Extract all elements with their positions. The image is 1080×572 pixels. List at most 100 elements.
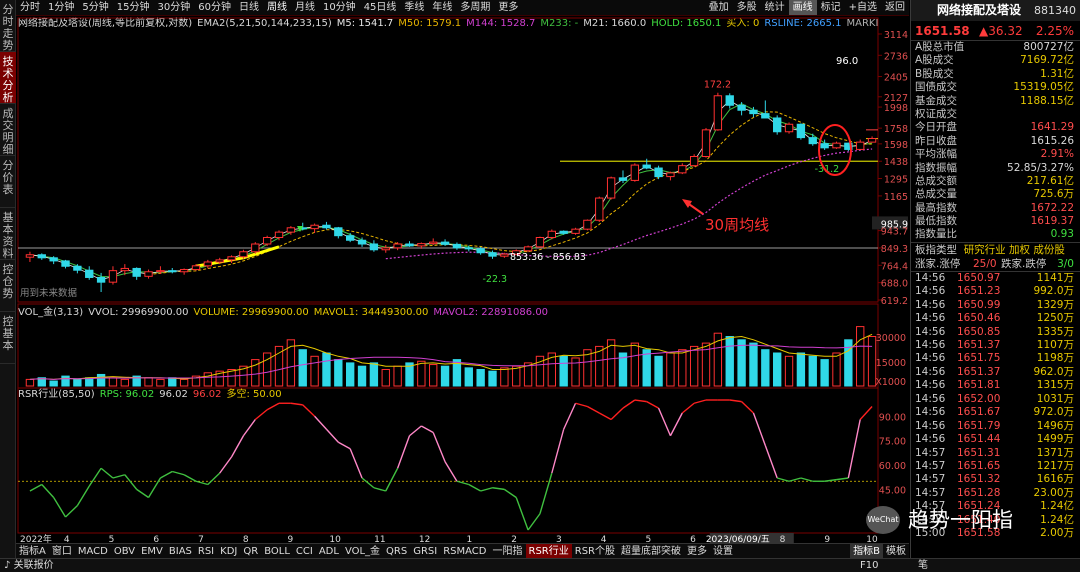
volume-bar: [49, 380, 58, 387]
ma30w-line: [385, 148, 873, 260]
volume-bar: [156, 378, 165, 387]
quote-row-label: 基金成交: [915, 94, 957, 107]
tick-list[interactable]: 14:56 1650.97 1141万 14:56 1651.23 992.0万 14:56…: [911, 272, 1080, 541]
volume-bar: [108, 377, 118, 387]
kline-chart[interactable]: 3114273624052127199817581598143812951165…: [0, 0, 910, 543]
volume-bar: [179, 378, 189, 387]
indicator-tab-19[interactable]: 超量底部突破: [618, 544, 684, 558]
future-data-label: 用到未来数据: [20, 287, 78, 299]
volume-bar: [274, 345, 284, 387]
quote-row: 昨日收盘 1615.26: [911, 135, 1080, 148]
rsr-line: [610, 407, 624, 421]
tick-row[interactable]: 14:56 1651.75 1198万: [911, 352, 1080, 365]
indicator-tab-9[interactable]: BOLL: [261, 544, 293, 558]
tick-price: 1651.81: [957, 379, 1001, 392]
f10-button[interactable]: F10: [860, 559, 878, 572]
ma-green-line: [29, 103, 873, 278]
indicator-tabs: 指标A 窗口 MACD OBV EMV BIAS RSI KDJ QR BOLL CCI ADL VOL…: [16, 543, 909, 558]
tick-row[interactable]: 14:56 1652.00 1031万: [911, 393, 1080, 406]
tick-row[interactable]: 14:56 1650.46 1250万: [911, 312, 1080, 325]
indicator-tab-17[interactable]: RSR行业: [525, 544, 572, 558]
rsr-line: [646, 401, 659, 409]
indicator-tab-4[interactable]: EMV: [138, 544, 166, 558]
tick-row[interactable]: 14:56 1651.37 1107万: [911, 339, 1080, 352]
rsr-line: [409, 425, 422, 437]
tick-volume: 23.00万: [1033, 486, 1074, 499]
quote-row-value: 1672.22: [1030, 201, 1074, 214]
tick-row[interactable]: 14:56 1650.85 1335万: [911, 326, 1080, 339]
plate-type-label: 板指类型: [915, 243, 957, 256]
candle-body: [737, 104, 746, 111]
tick-volume: 972.0万: [1033, 406, 1074, 419]
indicator-tab-16[interactable]: 一阳指: [490, 544, 526, 558]
tick-row[interactable]: 14:57 1651.65 1217万: [911, 460, 1080, 473]
indicator-tab-15[interactable]: RSMACD: [440, 544, 489, 558]
candle-body: [120, 267, 129, 272]
indicator-tab-11[interactable]: ADL: [316, 544, 342, 558]
tick-row[interactable]: 14:56 1651.37 962.0万: [911, 366, 1080, 379]
volume-bar: [749, 342, 758, 387]
tick-price: 1651.79: [957, 419, 1001, 432]
indicator-tab-10[interactable]: CCI: [293, 544, 316, 558]
quote-row-value: 1615.26: [1030, 134, 1074, 147]
quote-row: 总成交额 217.61亿: [911, 175, 1080, 188]
price-axis-label: 2736: [884, 51, 908, 62]
indicator-right-1[interactable]: 模板: [883, 544, 909, 558]
tick-row[interactable]: 14:57 1651.32 1616万: [911, 473, 1080, 486]
rsr-line: [444, 461, 458, 482]
indicator-tab-20[interactable]: 更多: [684, 544, 710, 558]
tick-row[interactable]: 14:56 1651.23 992.0万: [911, 285, 1080, 298]
indicator-tab-6[interactable]: RSI: [195, 544, 217, 558]
tick-time: 14:56: [915, 298, 946, 311]
volume-bar: [298, 349, 307, 387]
rsr-line: [657, 407, 672, 437]
rsr-line: [693, 399, 707, 404]
indicator-tab-13[interactable]: QRS: [383, 544, 410, 558]
candle-body: [618, 177, 628, 181]
status-left-label: 关联报价: [13, 560, 54, 571]
rsr-line: [598, 412, 612, 421]
indicator-tab-12[interactable]: VOL_金: [342, 544, 383, 558]
index-code: 881340: [1034, 4, 1076, 17]
candle-body: [37, 254, 46, 259]
status-left[interactable]: ♪ 关联报价: [4, 559, 54, 572]
indicator-tab-21[interactable]: 设置: [710, 544, 736, 558]
tick-row[interactable]: 14:57 1651.28 23.00万: [911, 487, 1080, 500]
indicator-tab-3[interactable]: OBV: [111, 544, 138, 558]
tick-row[interactable]: 14:56 1650.97 1141万: [911, 272, 1080, 285]
price-axis-label: 2405: [884, 73, 908, 84]
volume-bar: [357, 365, 367, 387]
candle-body: [144, 271, 153, 277]
tick-volume: 1250万: [1036, 312, 1074, 325]
indicator-tab-18[interactable]: RSR个股: [572, 544, 618, 558]
rsr-line: [65, 505, 78, 518]
tick-row[interactable]: 14:56 1651.81 1315万: [911, 379, 1080, 392]
tick-row[interactable]: 14:57 1651.31 1371万: [911, 447, 1080, 460]
volume-bar: [25, 378, 35, 387]
indicator-tab-1[interactable]: 窗口: [49, 544, 75, 558]
indicator-tab-0[interactable]: 指标A: [16, 544, 49, 558]
rsr-line: [183, 474, 197, 482]
indicator-tab-8[interactable]: QR: [240, 544, 261, 558]
candle-body: [274, 231, 284, 239]
tick-row[interactable]: 14:56 1651.44 1499万: [911, 433, 1080, 446]
quote-row-label: A股成交: [915, 54, 954, 67]
tick-volume: 992.0万: [1033, 285, 1074, 298]
tick-row[interactable]: 14:56 1651.79 1496万: [911, 420, 1080, 433]
price-axis-label: 3114: [884, 30, 908, 41]
tick-row[interactable]: 14:56 1651.67 972.0万: [911, 406, 1080, 419]
volume-bar: [796, 352, 806, 387]
quote-row-label: 总成交额: [915, 174, 957, 187]
candle-body: [500, 253, 509, 257]
tick-price: 1651.65: [957, 459, 1001, 472]
candle-body: [488, 252, 497, 257]
indicator-tab-7[interactable]: KDJ: [217, 544, 240, 558]
indicator-tab-2[interactable]: MACD: [75, 544, 111, 558]
indicator-right-0[interactable]: 指标B: [850, 544, 883, 558]
tick-price: 1650.97: [957, 271, 1001, 284]
indicator-tab-14[interactable]: GRSI: [410, 544, 440, 558]
indicator-tab-5[interactable]: BIAS: [166, 544, 195, 558]
tick-price: 1651.37: [957, 339, 1001, 352]
tick-row[interactable]: 14:56 1650.99 1329万: [911, 299, 1080, 312]
rsr-line: [527, 513, 541, 531]
